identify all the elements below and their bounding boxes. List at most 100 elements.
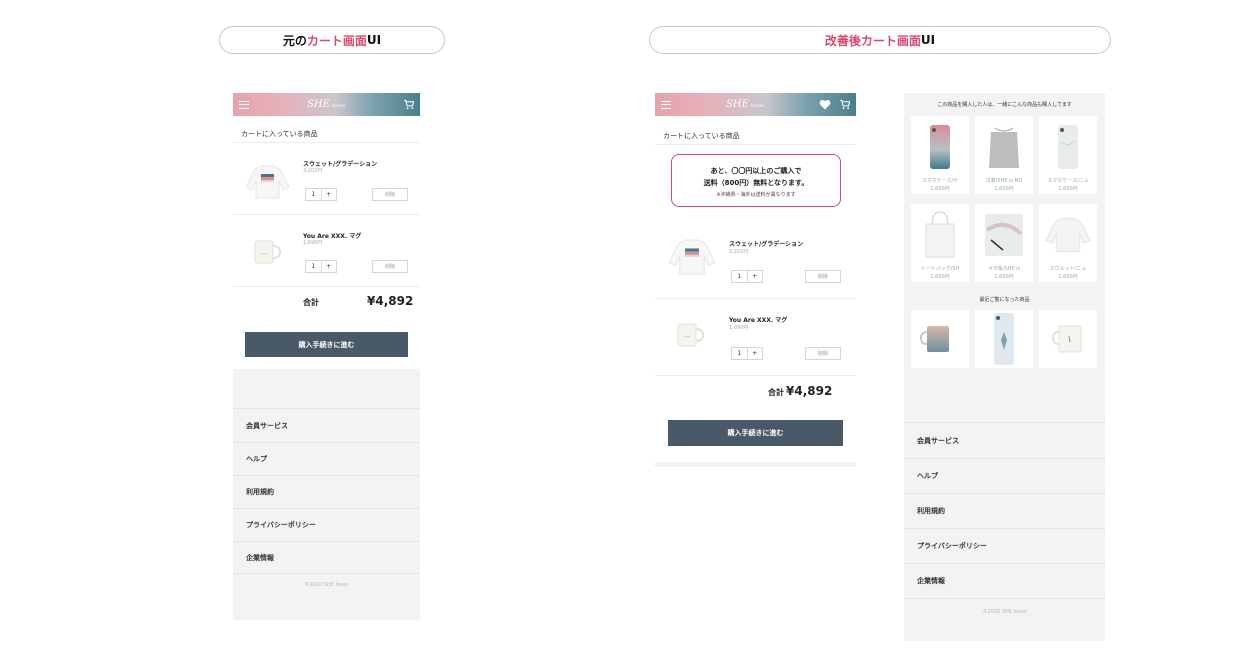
footer-link-help[interactable]: ヘルプ bbox=[904, 458, 1105, 493]
copyright: ©2020 SHE loves bbox=[304, 582, 349, 588]
delete-button[interactable]: 削除 bbox=[372, 260, 408, 273]
title-accent: カート画面 bbox=[860, 33, 921, 48]
recommend-title: この商品を購入した人は、一緒にこんな商品も購入してます bbox=[937, 102, 1072, 108]
quantity-stepper[interactable]: 1 + bbox=[731, 347, 763, 360]
title-prefix: 改善後 bbox=[824, 33, 861, 48]
recent-product-card[interactable] bbox=[975, 310, 1033, 368]
item-price: 1,690円 bbox=[303, 240, 323, 246]
footer-link-terms[interactable]: 利用規約 bbox=[233, 475, 420, 508]
quantity-stepper[interactable]: 1 + bbox=[305, 188, 337, 201]
increment-button[interactable]: + bbox=[320, 189, 337, 200]
recent-product-card[interactable] bbox=[911, 310, 969, 368]
notice-line1: あと、〇〇円以上のご購入で bbox=[710, 167, 802, 175]
product-price: 1,690円 bbox=[1058, 186, 1078, 192]
total-value: ¥4,892 bbox=[367, 294, 414, 308]
free-shipping-notice: あと、〇〇円以上のご購入で 送料（800円）無料となります。 ※沖縄県・海外は送… bbox=[671, 154, 841, 207]
phone-case-image bbox=[994, 313, 1014, 365]
notice-line2: 送料（800円）無料となります。 bbox=[703, 179, 809, 187]
footer-link-company[interactable]: 企業情報 bbox=[233, 541, 420, 574]
quantity-stepper[interactable]: 1 + bbox=[305, 260, 337, 273]
footer-link-privacy[interactable]: プライバシーポリシー bbox=[233, 508, 420, 541]
title-accent: カート画面 bbox=[306, 33, 367, 48]
delete-button[interactable]: 削除 bbox=[805, 270, 841, 283]
logo-text: SHE bbox=[726, 99, 749, 110]
mug-image bbox=[1051, 325, 1082, 353]
delete-button[interactable]: 削除 bbox=[805, 347, 841, 360]
product-card[interactable]: メモ帳/SHE is 1,650円 bbox=[975, 204, 1033, 282]
product-name: トートバッグ/SH bbox=[920, 266, 960, 272]
footer: 会員サービス ヘルプ 利用規約 プライバシーポリシー 企業情報 ©2020 SH… bbox=[233, 369, 420, 620]
product-price: 1,690円 bbox=[1058, 274, 1078, 280]
checkout-button[interactable]: 購入手続きに進む bbox=[245, 332, 408, 357]
sweatshirt-thumbnail bbox=[245, 165, 290, 199]
cart-icon[interactable] bbox=[403, 99, 414, 110]
increment-button[interactable]: + bbox=[746, 271, 763, 282]
section-title: カートに入っている商品 bbox=[241, 130, 318, 138]
delete-button[interactable]: 削除 bbox=[372, 188, 408, 201]
total-value: ¥4,892 bbox=[786, 384, 833, 398]
phone-case-image bbox=[930, 125, 950, 169]
logo-text: SHE bbox=[307, 99, 330, 110]
footer-link-company[interactable]: 企業情報 bbox=[904, 563, 1105, 599]
divider bbox=[233, 142, 420, 143]
product-card[interactable]: スマホケース/ニュ 1,690円 bbox=[1039, 116, 1097, 194]
product-name: スウェット/ニュ bbox=[1049, 266, 1087, 272]
mug-thumbnail bbox=[254, 240, 281, 264]
recent-title: 最近ご覧になった商品 bbox=[979, 297, 1030, 303]
quantity-stepper[interactable]: 1 + bbox=[731, 270, 763, 283]
logo[interactable]: SHE loves bbox=[726, 99, 764, 110]
footer-link-terms[interactable]: 利用規約 bbox=[904, 493, 1105, 528]
divider bbox=[655, 375, 856, 376]
item-price: 3,202円 bbox=[303, 168, 323, 174]
total-label: 合計 bbox=[768, 388, 784, 397]
logo-sub: loves bbox=[750, 103, 764, 109]
improved-cart-screen: SHE loves カートに入っている商品 あと、〇〇円以上のご購入で 送料（80… bbox=[655, 93, 856, 467]
mug-image bbox=[919, 326, 949, 352]
footer-link-member[interactable]: 会員サービス bbox=[904, 422, 1105, 458]
quantity-value[interactable]: 1 bbox=[306, 261, 321, 272]
product-card[interactable]: 巾着/SHE is NO 1,650円 bbox=[975, 116, 1033, 194]
sweatshirt-image bbox=[1045, 218, 1091, 252]
product-card[interactable]: スウェット/ニュ 1,690円 bbox=[1039, 204, 1097, 282]
title-prefix: 元の bbox=[282, 33, 307, 48]
increment-button[interactable]: + bbox=[746, 348, 763, 359]
title-suffix: UI bbox=[920, 33, 936, 47]
product-name: メモ帳/SHE is bbox=[987, 266, 1021, 272]
product-card[interactable]: スマホケース/ゲ 1,690円 bbox=[911, 116, 969, 194]
item-name[interactable]: スウェット/グラデーション bbox=[729, 239, 803, 248]
item-price: 1,090円 bbox=[729, 325, 749, 331]
quantity-value[interactable]: 1 bbox=[732, 271, 747, 282]
cart-icon[interactable] bbox=[839, 99, 850, 110]
title-suffix: UI bbox=[366, 33, 382, 47]
drawstring-bag-image bbox=[989, 127, 1019, 168]
logo[interactable]: SHE loves bbox=[307, 99, 345, 110]
divider bbox=[655, 298, 856, 299]
heart-icon[interactable] bbox=[819, 99, 831, 110]
increment-button[interactable]: + bbox=[320, 261, 337, 272]
quantity-value[interactable]: 1 bbox=[306, 189, 321, 200]
mug-thumbnail bbox=[677, 323, 704, 347]
checkout-button[interactable]: 購入手続きに進む bbox=[668, 420, 843, 446]
product-name: 巾着/SHE is NO bbox=[985, 178, 1023, 184]
product-price: 1,650円 bbox=[930, 274, 950, 280]
quantity-value[interactable]: 1 bbox=[732, 348, 747, 359]
menu-icon[interactable] bbox=[239, 100, 249, 109]
notebook-image bbox=[985, 214, 1023, 256]
product-price: 1,690円 bbox=[930, 186, 950, 192]
divider bbox=[655, 144, 856, 145]
recent-product-card[interactable] bbox=[1039, 310, 1097, 368]
divider bbox=[233, 286, 420, 287]
product-price: 1,650円 bbox=[994, 186, 1014, 192]
menu-icon[interactable] bbox=[661, 100, 671, 109]
item-name[interactable]: You Are XXX. マグ bbox=[729, 315, 787, 324]
footer-link-member[interactable]: 会員サービス bbox=[233, 408, 420, 442]
product-card[interactable]: トートバッグ/SH 1,650円 bbox=[911, 204, 969, 282]
footer-edge bbox=[655, 462, 856, 467]
phone-case-image bbox=[1058, 125, 1078, 169]
footer-link-privacy[interactable]: プライバシーポリシー bbox=[904, 528, 1105, 563]
product-price: 1,650円 bbox=[994, 274, 1014, 280]
total-label: 合計 bbox=[303, 298, 319, 307]
footer-link-help[interactable]: ヘルプ bbox=[233, 442, 420, 475]
tote-bag-image bbox=[925, 211, 955, 258]
product-name: スマホケース/ゲ bbox=[921, 178, 959, 184]
